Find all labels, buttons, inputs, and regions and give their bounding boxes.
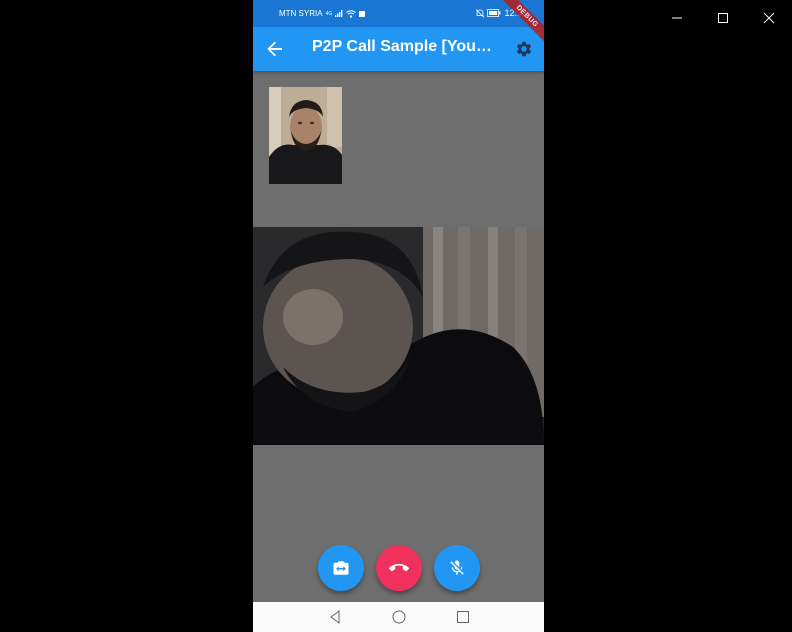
nav-recents-icon [456,611,469,623]
hangup-button[interactable] [375,545,422,591]
local-video-feed [269,87,342,184]
back-button[interactable] [263,37,287,61]
close-button[interactable] [746,0,792,36]
mute-notifications-icon [476,8,485,18]
nav-back-button[interactable] [326,608,344,626]
switch-camera-button[interactable] [317,545,364,591]
wifi-icon [346,9,357,18]
status-bar: MTN SYRIA 4G 12:3 [253,0,544,27]
signal-icon [335,10,343,17]
remote-video-image [253,227,544,445]
minimize-button[interactable] [654,0,700,36]
carrier-label: MTN SYRIA [279,9,323,18]
page-title: P2P Call Sample [Your ... [312,38,492,55]
mic-off-icon [449,560,464,575]
nav-home-icon [392,610,405,624]
settings-icon [516,41,532,57]
switch-camera-icon [333,561,348,575]
call-end-icon [388,563,409,572]
android-nav-bar [253,602,544,632]
local-video-image [269,87,342,184]
nav-recents-button[interactable] [454,608,472,626]
notification-icon [359,10,366,17]
maximize-icon [718,13,728,23]
maximize-button[interactable] [700,0,746,36]
mute-button[interactable] [433,545,480,591]
remote-video-feed [253,227,544,445]
settings-button[interactable] [512,37,536,61]
nav-back-icon [329,610,339,624]
window-controls [654,0,792,36]
app-bar: P2P Call Sample [Your ... [253,27,544,71]
phone-screen: MTN SYRIA 4G 12:3 P2P Call Sample [Your … [253,0,544,632]
arrow-back-icon [267,41,282,57]
status-left: MTN SYRIA 4G [279,9,366,18]
network-type: 4G [325,10,333,17]
battery-icon [487,9,501,17]
close-icon [763,12,775,24]
emulator-window: MTN SYRIA 4G 12:3 P2P Call Sample [Your … [0,0,792,632]
nav-home-button[interactable] [390,608,408,626]
call-controls [253,545,544,591]
minimize-icon [672,17,682,19]
